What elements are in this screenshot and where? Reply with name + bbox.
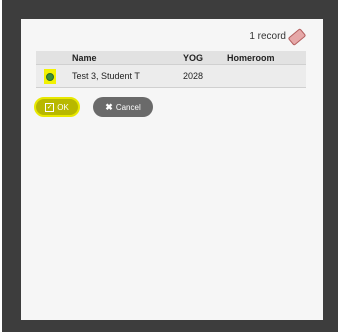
ok-label: OK bbox=[57, 102, 69, 112]
eraser-icon[interactable] bbox=[287, 27, 307, 46]
cell-name: Test 3, Student T bbox=[68, 64, 179, 88]
row-radio[interactable] bbox=[44, 68, 56, 84]
student-table: Name YOG Homeroom Test 3, Student T 2028 bbox=[36, 51, 306, 88]
column-header-select bbox=[36, 51, 68, 65]
radio-selected-icon bbox=[46, 72, 54, 81]
cell-homeroom bbox=[223, 64, 306, 88]
selection-dialog: 1 record Name YOG Homeroom Test 3, Stude… bbox=[21, 19, 323, 320]
record-count-area: 1 record bbox=[249, 27, 307, 46]
row-select-cell[interactable] bbox=[36, 64, 68, 88]
close-icon: ✖ bbox=[105, 101, 113, 112]
table-header: Name YOG Homeroom bbox=[36, 51, 306, 65]
checkbox-icon: ✓ bbox=[45, 102, 55, 112]
cell-yog: 2028 bbox=[179, 64, 223, 88]
dialog-backdrop: 1 record Name YOG Homeroom Test 3, Stude… bbox=[2, 0, 338, 332]
ok-button[interactable]: ✓ OK bbox=[34, 97, 80, 117]
cancel-label: Cancel bbox=[115, 102, 141, 112]
column-header-yog[interactable]: YOG bbox=[179, 51, 223, 65]
column-header-homeroom[interactable]: Homeroom bbox=[223, 51, 306, 65]
record-count: 1 record bbox=[249, 31, 286, 42]
table-row[interactable]: Test 3, Student T 2028 bbox=[36, 64, 306, 88]
cancel-button[interactable]: ✖ Cancel bbox=[93, 97, 153, 117]
column-header-name[interactable]: Name bbox=[68, 51, 179, 65]
